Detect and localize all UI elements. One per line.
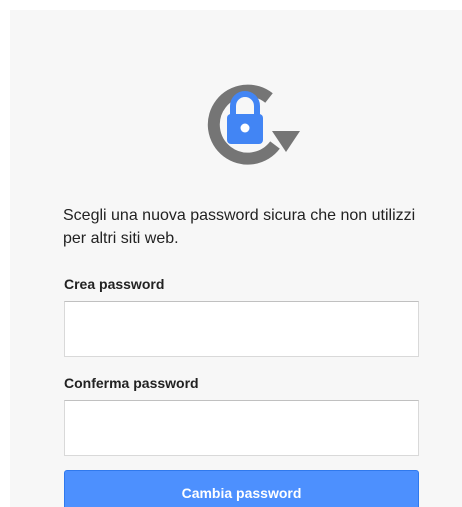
intro-text: Scegli una nuova password sicura che non… bbox=[63, 207, 416, 247]
confirm-password-label: Conferma password bbox=[64, 375, 199, 391]
change-password-button[interactable]: Cambia password bbox=[64, 470, 419, 507]
confirm-password-input[interactable] bbox=[64, 400, 419, 456]
new-password-label: Crea password bbox=[64, 276, 165, 292]
new-password-input[interactable] bbox=[64, 301, 419, 357]
page: Scegli una nuova password sicura che non… bbox=[0, 0, 462, 507]
lock-refresh-icon bbox=[207, 84, 300, 165]
